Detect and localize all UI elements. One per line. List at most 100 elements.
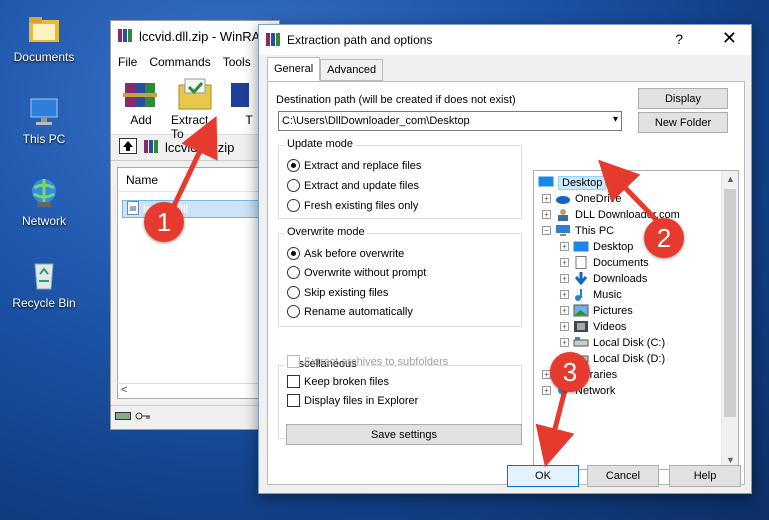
scroll-up-arrow[interactable]: ▲	[722, 171, 738, 188]
add-button[interactable]: Add	[121, 77, 161, 130]
collapse-icon[interactable]: −	[542, 226, 551, 235]
winrar-title-bar[interactable]: lccvid.dll.zip - WinRAR	[111, 21, 279, 51]
desktop-icon-label: Network	[21, 214, 66, 228]
tree-item-label: This PC	[575, 224, 615, 237]
radio-button[interactable]	[287, 266, 300, 279]
tree-item-videos[interactable]: + Videos	[560, 319, 626, 334]
user-icon	[555, 208, 571, 221]
radio-fresh-existing[interactable]: Fresh existing files only	[287, 199, 418, 212]
expand-icon[interactable]: +	[560, 274, 569, 283]
tree-item-music[interactable]: + Music	[560, 287, 622, 302]
extract-folder-icon	[175, 77, 215, 111]
file-list: Name lccvid.dll	[117, 167, 277, 399]
download-arrow-icon	[573, 272, 589, 286]
radio-overwrite-without-prompt[interactable]: Overwrite without prompt	[287, 266, 426, 279]
desktop-icon-recycle-bin[interactable]: Recycle Bin	[8, 258, 80, 310]
radio-extract-replace[interactable]: Extract and replace files	[287, 159, 421, 172]
computer-icon	[555, 224, 571, 237]
close-icon[interactable]: ✕	[722, 28, 737, 49]
expand-icon[interactable]: +	[560, 338, 569, 347]
test-label: T	[245, 113, 253, 127]
checkbox-keep-broken-files[interactable]: Keep broken files	[287, 375, 389, 388]
tree-item-pictures[interactable]: + Pictures	[560, 303, 633, 318]
radio-rename-automatically[interactable]: Rename automatically	[287, 305, 413, 318]
tree-item-label: Desktop	[558, 175, 607, 190]
tree-item-label: Pictures	[593, 304, 633, 317]
destination-path-combo[interactable]: C:\Users\DllDownloader_com\Desktop ▾	[278, 111, 622, 131]
expand-icon[interactable]: +	[560, 306, 569, 315]
radio-button[interactable]	[287, 247, 300, 260]
radio-button[interactable]	[287, 179, 300, 192]
extract-to-button[interactable]: Extract To	[171, 77, 219, 141]
radio-button[interactable]	[287, 199, 300, 212]
tree-item-local-disk-c[interactable]: + Local Disk (C:)	[560, 335, 665, 350]
checkbox-display-in-explorer[interactable]: Display files in Explorer	[287, 394, 418, 407]
checkbox[interactable]	[287, 375, 300, 388]
expand-icon[interactable]: +	[542, 194, 551, 203]
menu-tools[interactable]: Tools	[223, 55, 251, 69]
option-label: Overwrite without prompt	[304, 266, 427, 279]
dialog-title-bar[interactable]: Extraction path and options ? ✕	[259, 25, 751, 55]
expand-icon[interactable]: +	[560, 322, 569, 331]
annotation-badge-1: 1	[144, 202, 184, 242]
cancel-button[interactable]: Cancel	[587, 465, 659, 487]
drive-icon	[573, 336, 589, 349]
music-note-icon	[573, 288, 589, 301]
option-label: Extract and update files	[304, 179, 419, 192]
radio-button[interactable]	[287, 305, 300, 318]
tree-item-label: Local Disk (D:)	[593, 352, 666, 365]
network-globe-icon	[27, 176, 61, 210]
scroll-left-arrow[interactable]: <	[121, 384, 127, 396]
tree-item-this-pc[interactable]: − This PC	[542, 223, 614, 238]
display-button[interactable]: Display	[638, 88, 728, 109]
tree-item-desktop[interactable]: + Desktop	[560, 239, 633, 254]
tree-item-documents[interactable]: + Documents	[560, 255, 649, 270]
expand-icon[interactable]: +	[560, 242, 569, 251]
tab-advanced[interactable]: Advanced	[320, 59, 384, 81]
checkbox[interactable]	[287, 394, 300, 407]
tree-item-desktop-root[interactable]: Desktop	[538, 175, 607, 190]
radio-button[interactable]	[287, 286, 300, 299]
desktop-icon-this-pc[interactable]: This PC	[8, 94, 80, 146]
tree-item-onedrive[interactable]: + OneDrive	[542, 191, 621, 206]
expand-icon[interactable]: +	[560, 290, 569, 299]
scroll-thumb[interactable]	[724, 189, 736, 417]
documents-icon	[573, 256, 589, 269]
tree-item-label: OneDrive	[575, 192, 622, 205]
ok-button[interactable]: OK	[507, 465, 579, 487]
update-mode-title: Update mode	[285, 138, 356, 150]
computer-icon	[27, 94, 61, 128]
desktop-icon-documents[interactable]: Documents	[8, 12, 80, 64]
desktop-icon-label: Documents	[13, 50, 75, 64]
expand-icon[interactable]: +	[560, 258, 569, 267]
expand-icon[interactable]: +	[542, 210, 551, 219]
help-button[interactable]: Help	[669, 465, 741, 487]
radio-button[interactable]	[287, 159, 300, 172]
extract-to-label: Extract To	[171, 113, 209, 141]
save-settings-button[interactable]: Save settings	[286, 424, 522, 445]
radio-ask-before-overwrite[interactable]: Ask before overwrite	[287, 247, 404, 260]
new-folder-button[interactable]: New Folder	[638, 112, 728, 133]
tree-item-downloads[interactable]: + Downloads	[560, 271, 647, 286]
folder-tree[interactable]: Desktop + OneDrive + DLL Downloader.com …	[533, 170, 739, 470]
radio-skip-existing[interactable]: Skip existing files	[287, 286, 388, 299]
menu-file[interactable]: File	[118, 55, 137, 69]
dll-file-icon	[127, 200, 139, 218]
destination-path-label: Destination path (will be created if doe…	[276, 94, 516, 106]
horizontal-scrollbar[interactable]: <	[117, 383, 277, 399]
help-icon[interactable]: ?	[675, 31, 683, 47]
chevron-down-icon[interactable]: ▾	[613, 114, 618, 125]
tree-vertical-scrollbar[interactable]: ▲ ▼	[721, 171, 738, 469]
radio-extract-update[interactable]: Extract and update files	[287, 179, 419, 192]
extraction-dialog: Extraction path and options ? ✕ General …	[258, 24, 752, 494]
column-header-name[interactable]: Name	[118, 168, 276, 192]
desktop-icon-network[interactable]: Network	[8, 176, 80, 228]
option-label: Display files in Explorer	[304, 394, 419, 407]
expand-icon[interactable]: +	[542, 386, 551, 395]
menu-commands[interactable]: Commands	[149, 55, 210, 69]
drive-icon	[115, 411, 131, 424]
up-folder-icon[interactable]	[119, 138, 137, 157]
tab-general[interactable]: General	[267, 57, 321, 81]
tree-item-label: Videos	[593, 320, 627, 333]
cloud-icon	[555, 192, 571, 205]
